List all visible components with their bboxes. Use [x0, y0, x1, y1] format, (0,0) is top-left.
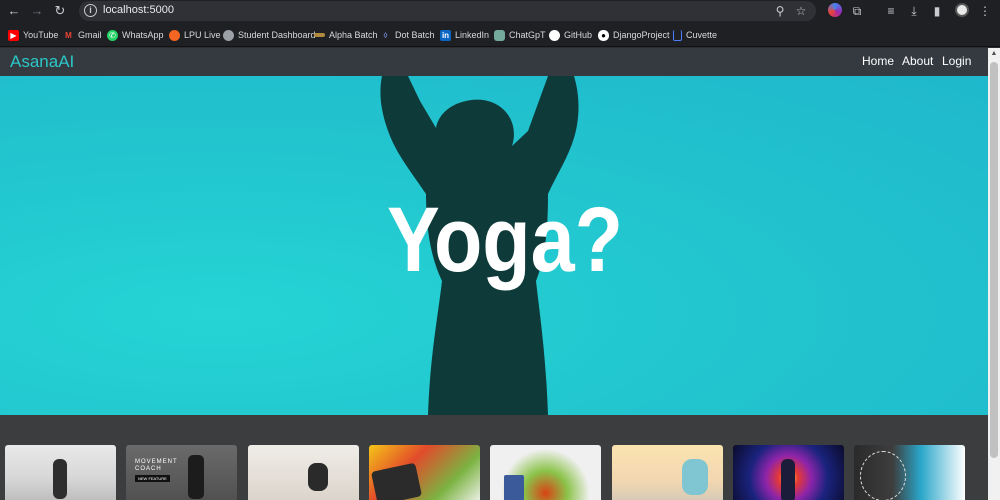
gallery-card[interactable] — [369, 445, 480, 500]
github-icon — [549, 29, 560, 41]
youtube-icon: ▶ — [8, 29, 19, 41]
back-arrow-icon[interactable]: ← — [6, 3, 22, 19]
bookmark-label: LPU Live — [184, 30, 221, 40]
nav-login-link[interactable]: Login — [942, 54, 971, 68]
lpu-live-icon — [169, 29, 180, 41]
bookmark-alpha-batch[interactable]: Alpha Batch — [314, 28, 378, 42]
dot-batch-icon: ◊ — [383, 30, 388, 40]
stretching-photo — [682, 459, 708, 495]
bookmark-star-icon[interactable]: ☆ — [794, 4, 808, 18]
bookmark-label: LinkedIn — [455, 30, 490, 40]
bookmark-github[interactable]: GitHub — [549, 28, 592, 42]
mind-map-photo — [860, 451, 906, 500]
scroll-up-arrow-icon[interactable]: ▲ — [988, 48, 1000, 60]
bookmark-label: GitHub — [564, 30, 593, 40]
zoom-icon[interactable]: ⚲ — [773, 4, 787, 18]
bookmark-student-dashboard[interactable]: Student Dashboard — [223, 28, 316, 42]
chatgpt-icon — [494, 29, 505, 41]
bookmark-label: YouTube — [23, 30, 59, 40]
bookmark-label: WhatsApp — [122, 30, 164, 40]
gallery-card[interactable] — [733, 445, 844, 500]
browser-toolbar: ← → ↻ i localhost:5000 ⚲ ☆ ⧉ ≡ ⤓ ▮ ⋮ — [0, 0, 1000, 22]
hero-banner: Yoga? — [0, 76, 988, 415]
healthy-food-photo — [504, 475, 524, 500]
bookmark-linkedin[interactable]: in LinkedIn — [440, 28, 489, 42]
globe-icon — [223, 29, 234, 41]
bookmark-lpu-live[interactable]: LPU Live — [169, 28, 221, 42]
bookmark-whatsapp[interactable]: ✆ WhatsApp — [107, 28, 164, 42]
django-icon: ● — [598, 29, 609, 41]
site-navbar: AsanaAI Home About Login — [0, 48, 988, 76]
bookmark-label: Cuvette — [686, 30, 718, 40]
hero-headline: Yoga? — [387, 188, 623, 291]
new-feature-badge: NEW FEATURE — [135, 475, 170, 482]
reload-icon[interactable]: ↻ — [52, 3, 68, 19]
cuvette-icon — [673, 29, 682, 41]
workout-photo — [308, 463, 328, 491]
whatsapp-icon: ✆ — [107, 29, 118, 41]
yoga-silhouette-illustration: Yoga? — [380, 76, 623, 415]
nav-about-link[interactable]: About — [902, 54, 933, 68]
side-panel-icon[interactable]: ▮ — [929, 3, 945, 19]
forward-arrow-icon[interactable]: → — [29, 3, 45, 19]
linkedin-icon: in — [440, 29, 451, 41]
feature-gallery: MOVEMENT COACH NEW FEATURE — [0, 415, 988, 500]
user-avatar[interactable] — [955, 3, 969, 17]
bookmark-label: Alpha Batch — [329, 30, 378, 40]
scrollbar-thumb[interactable] — [990, 62, 998, 458]
bookmark-cuvette[interactable]: Cuvette — [673, 28, 717, 42]
gmail-icon: M — [65, 30, 72, 40]
gallery-card[interactable] — [490, 445, 601, 500]
gallery-card[interactable] — [248, 445, 359, 500]
media-queue-icon[interactable]: ≡ — [883, 3, 899, 19]
bookmark-label: Student Dashboard — [238, 30, 316, 40]
gallery-card[interactable] — [5, 445, 116, 500]
yoga-pose-photo — [53, 459, 67, 499]
nav-home-link[interactable]: Home — [862, 54, 894, 68]
bookmark-youtube[interactable]: ▶ YouTube — [8, 28, 58, 42]
gallery-card[interactable] — [612, 445, 723, 500]
gallery-card-movement-coach[interactable]: MOVEMENT COACH NEW FEATURE — [126, 445, 237, 500]
browser-profile-icon[interactable] — [828, 3, 842, 17]
gallery-card[interactable] — [854, 445, 965, 500]
site-info-icon[interactable]: i — [84, 4, 97, 17]
url-text[interactable]: localhost:5000 — [103, 4, 174, 16]
extensions-icon[interactable]: ⧉ — [849, 3, 865, 19]
bookmark-label: Dot Batch — [395, 30, 435, 40]
bookmark-label: ChatGpT — [509, 30, 546, 40]
bookmark-djangoproject[interactable]: ● DjangoProject — [598, 28, 670, 42]
page-scrollbar[interactable]: ▲ — [988, 48, 1000, 500]
alpha-batch-icon — [314, 33, 325, 37]
menu-kebab-icon[interactable]: ⋮ — [977, 3, 993, 19]
bookmark-gmail[interactable]: M Gmail — [63, 28, 102, 42]
chakra-meditation-photo — [781, 459, 795, 500]
bookmark-dot-batch[interactable]: ◊ Dot Batch — [380, 28, 435, 42]
bookmark-label: Gmail — [78, 30, 102, 40]
bookmark-label: DjangoProject — [613, 30, 670, 40]
address-bar[interactable]: i localhost:5000 ⚲ ☆ — [79, 1, 816, 21]
bookmarks-bar: ▶ YouTube M Gmail ✆ WhatsApp LPU Live Stude… — [0, 22, 1000, 47]
movement-coach-title: MOVEMENT COACH — [135, 459, 178, 472]
brand-logo[interactable]: AsanaAI — [10, 52, 74, 72]
download-icon[interactable]: ⤓ — [906, 3, 922, 19]
movement-coach-photo — [188, 455, 204, 499]
bookmark-chatgpt[interactable]: ChatGpT — [494, 28, 546, 42]
